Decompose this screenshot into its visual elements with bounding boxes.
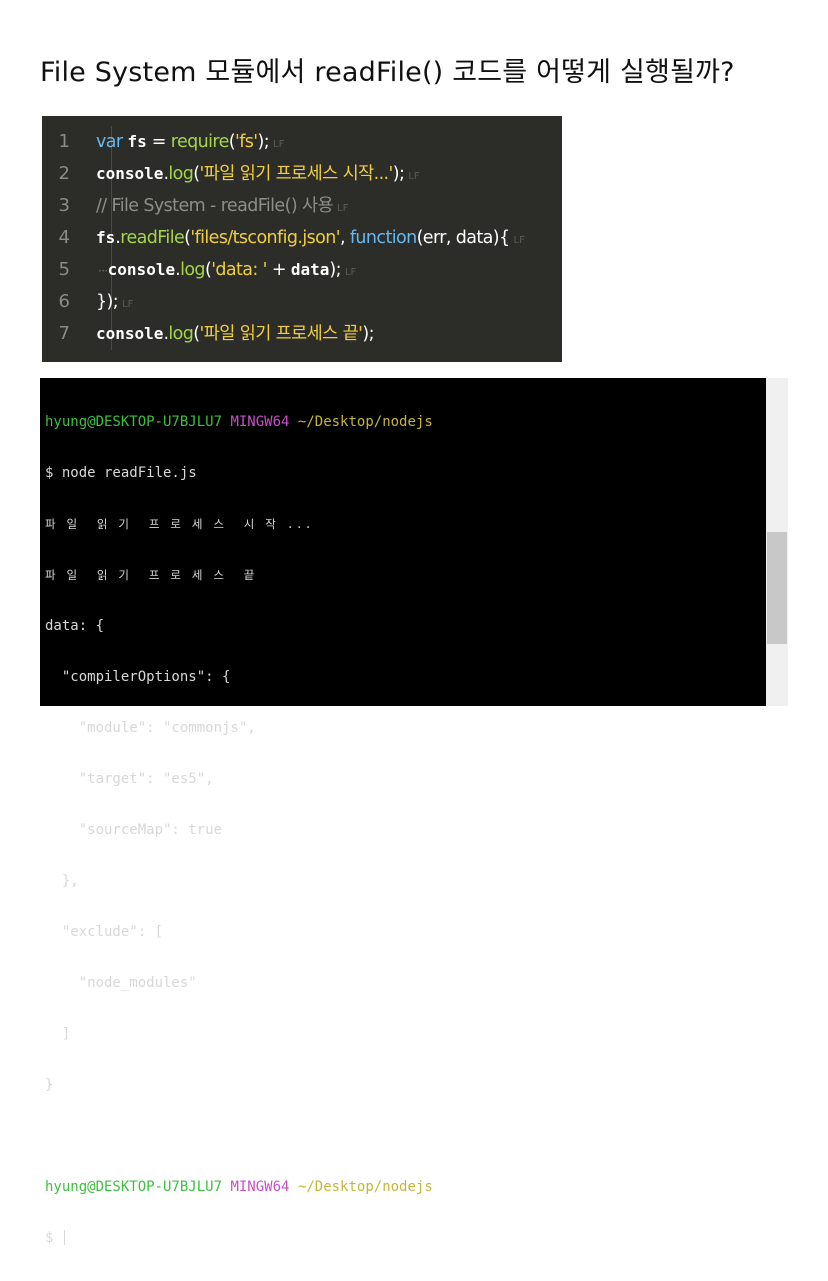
code-line: 7 console.log('파일 읽기 프로세스 끝'); — [42, 318, 562, 350]
text-cursor — [63, 1230, 65, 1245]
lf-marker: LF — [408, 171, 420, 182]
terminal-prompt: hyung@DESKTOP-U7BJLU7 MINGW64 ~/Desktop/… — [45, 1179, 433, 1195]
terminal-line: data: { — [45, 618, 105, 634]
terminal-input-line[interactable]: $ — [45, 1230, 764, 1247]
code-text: // File System - readFile() 사용 LF — [96, 196, 349, 216]
code-text: }); LF — [96, 292, 134, 312]
terminal-line: "node_modules" — [45, 975, 197, 991]
line-number: 5 — [58, 259, 70, 280]
terminal-line: "compilerOptions": { — [45, 669, 231, 685]
terminal-line: "module": "commonjs", — [45, 720, 256, 736]
line-number: 7 — [58, 323, 70, 344]
lf-marker: LF — [337, 203, 349, 214]
terminal-line: "sourceMap": true — [45, 822, 223, 838]
lf-marker: LF — [122, 299, 134, 310]
terminal-line: } — [45, 1077, 54, 1093]
page-title: File System 모듈에서 readFile() 코드를 어떻게 실행될까… — [40, 57, 735, 88]
lf-marker: LF — [344, 267, 357, 278]
line-number: 6 — [58, 291, 70, 312]
code-line: 1 var fs = require('fs'); LF — [42, 126, 562, 158]
code-text: fs.readFile('files/tsconfig.json', funct… — [96, 228, 525, 248]
code-line: 3 // File System - readFile() 사용 LF — [42, 190, 562, 222]
whitespace-marker: ··· — [98, 264, 108, 278]
line-number: 2 — [58, 163, 70, 184]
line-number: 4 — [58, 227, 70, 248]
terminal-window[interactable]: hyung@DESKTOP-U7BJLU7 MINGW64 ~/Desktop/… — [40, 378, 788, 1246]
code-text: var fs = require('fs'); LF — [96, 132, 285, 152]
code-editor[interactable]: 1 var fs = require('fs'); LF 2 console.lo… — [42, 116, 562, 362]
scrollbar-thumb[interactable] — [767, 532, 787, 644]
code-line: 5 ···console.log('data: ' + data); LF — [42, 254, 562, 286]
line-number: 3 — [58, 195, 70, 216]
terminal-prompt: hyung@DESKTOP-U7BJLU7 MINGW64 ~/Desktop/… — [45, 414, 433, 430]
lf-marker: LF — [273, 139, 285, 150]
terminal-line: ] — [45, 1026, 71, 1042]
terminal-line: }, — [45, 873, 79, 889]
lf-marker: LF — [513, 235, 525, 246]
code-text: ···console.log('data: ' + data); LF — [98, 260, 357, 280]
terminal-command: $ node readFile.js — [45, 465, 197, 481]
terminal-output: hyung@DESKTOP-U7BJLU7 MINGW64 ~/Desktop/… — [45, 380, 764, 1281]
code-line: 2 console.log('파일 읽기 프로세스 시작...'); LF — [42, 158, 562, 190]
code-text: console.log('파일 읽기 프로세스 시작...'); LF — [96, 164, 420, 184]
code-text: console.log('파일 읽기 프로세스 끝'); — [96, 324, 374, 344]
terminal-line: 파 일 읽 기 프 로 세 스 끝 — [45, 568, 257, 582]
terminal-line: 파 일 읽 기 프 로 세 스 시 작 ... — [45, 517, 314, 531]
terminal-line: "exclude": [ — [45, 924, 164, 940]
terminal-line: "target": "es5", — [45, 771, 214, 787]
code-line: 6 }); LF — [42, 286, 562, 318]
code-line: 4 fs.readFile('files/tsconfig.json', fun… — [42, 222, 562, 254]
line-number: 1 — [58, 131, 70, 152]
